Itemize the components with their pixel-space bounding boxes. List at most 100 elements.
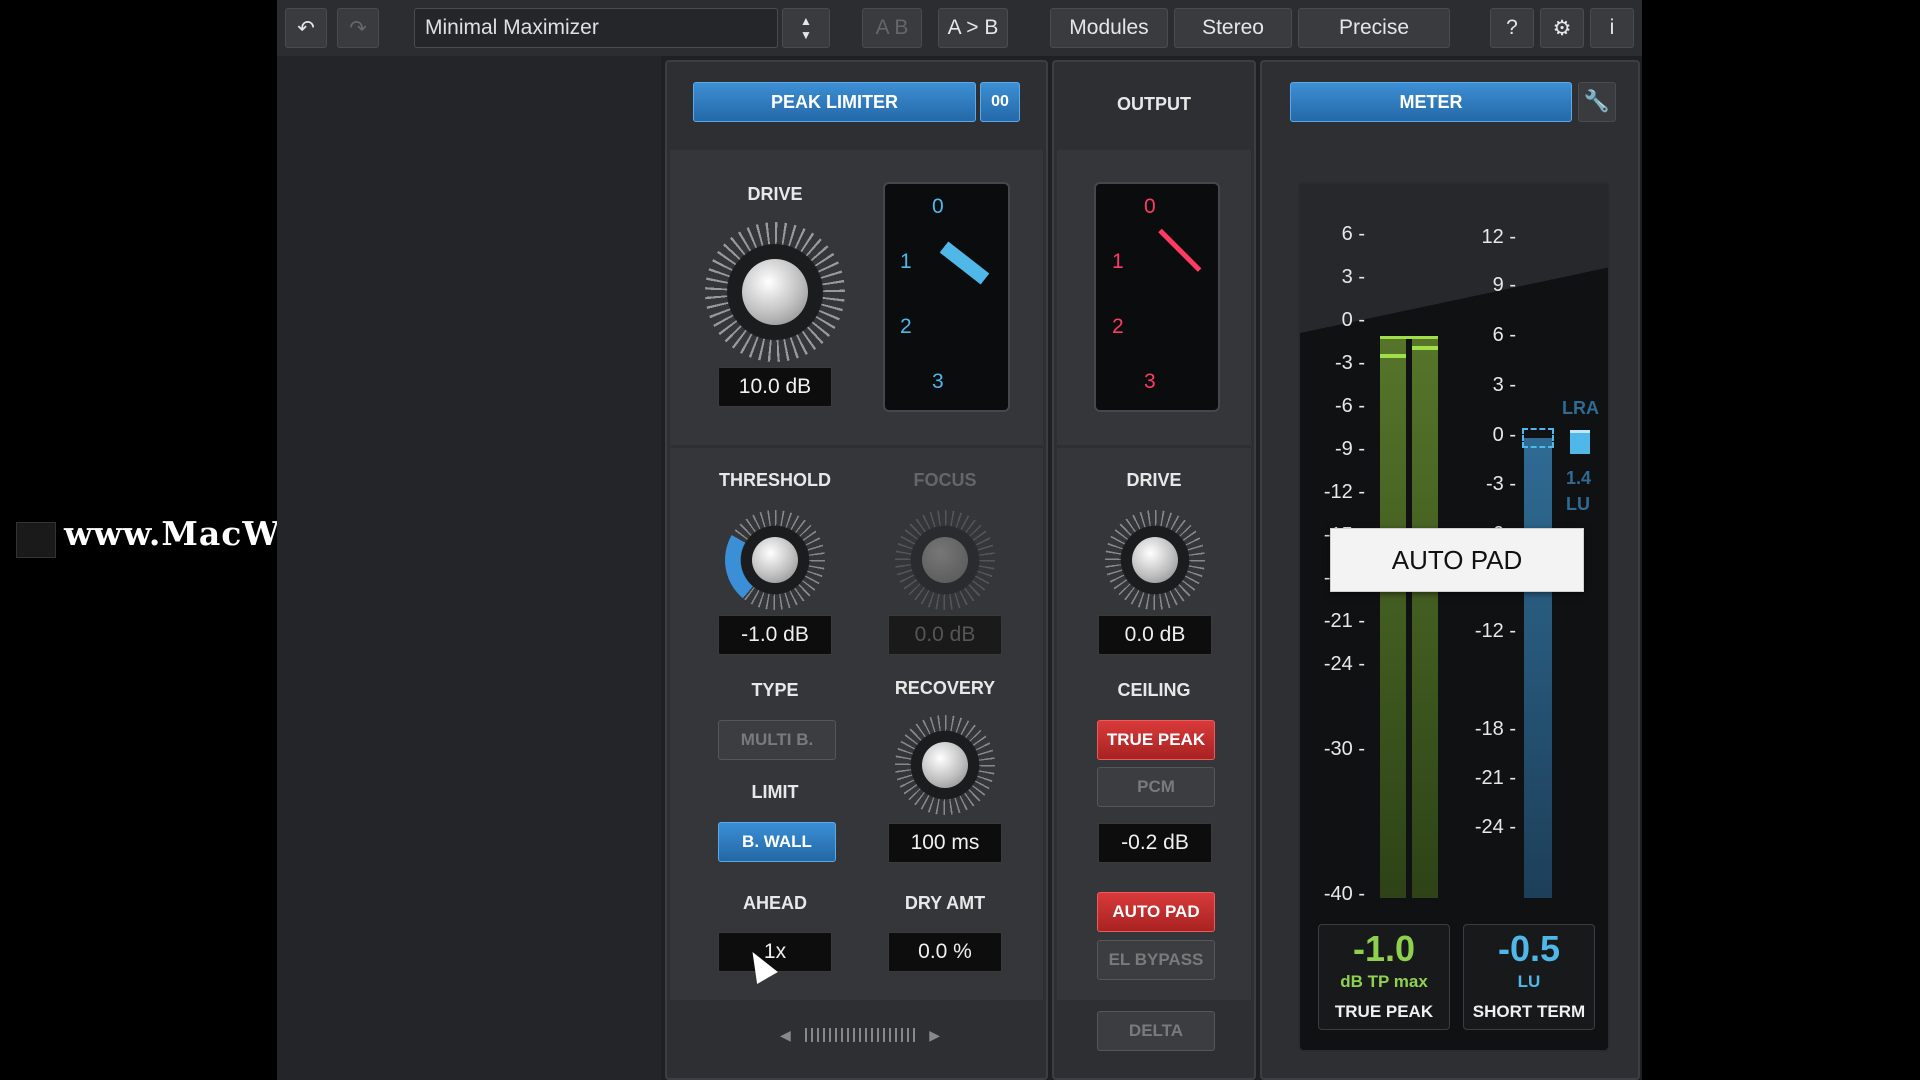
threshold-label: THRESHOLD [719,470,831,490]
auto-pad-tooltip: AUTO PAD [1330,528,1584,592]
meter-header[interactable]: METER [1290,82,1572,122]
right-scale-tick: 0 - [1492,424,1516,446]
preset-stepper[interactable]: ▲ ▼ [782,8,830,48]
ahead-label: AHEAD [742,893,807,913]
focus-knob-cap[interactable] [922,537,968,583]
drive-label: DRIVE [747,184,803,204]
lra-unit: LU [1566,494,1590,514]
left-scale-tick: -24 - [1323,653,1365,675]
left-scale-tick: -40 - [1323,883,1365,905]
module-scroller[interactable]: ◀ ▶ [780,1025,940,1045]
undo-button[interactable]: ↶ [285,8,327,48]
auto-pad-button[interactable]: AUTO PAD [1097,892,1215,932]
true-peak-unit: dB TP max [1340,972,1428,991]
chevron-right-icon[interactable]: ▶ [929,1027,940,1044]
right-scale-tick: -24 - [1474,816,1516,838]
delta-button[interactable]: DELTA [1097,1011,1215,1051]
type-multi-band-button[interactable]: MULTI B. [718,720,836,760]
left-scale-tick: -21 - [1323,610,1365,632]
precise-button[interactable]: Precise [1298,8,1450,48]
right-scale-tick: 9 - [1492,274,1516,296]
right-scale-tick: -12 - [1474,620,1516,642]
left-scale-tick: 6 - [1341,223,1365,245]
output-gauge-tick-0: 0 [1144,195,1156,218]
chevron-up-icon[interactable]: ▲ [800,14,812,28]
short-term-bar [1524,438,1552,898]
recovery-value[interactable]: 100 ms [888,823,1002,863]
lra-label: LRA [1562,398,1599,418]
right-scale-tick: -18 - [1474,718,1516,740]
recovery-knob-cap[interactable] [922,742,968,788]
focus-value[interactable]: 0.0 dB [888,615,1002,655]
right-scale-tick: 6 - [1492,324,1516,346]
undo-icon: ↶ [297,16,315,40]
ab-toggle-button[interactable]: A B [862,8,922,48]
gear-icon: ⚙ [1552,16,1572,40]
short-term-marker-icon [1522,428,1554,448]
output-gauge-tick-3: 3 [1144,370,1156,393]
left-scale-tick: -6 - [1335,395,1365,417]
redo-icon: ↷ [349,16,367,40]
right-scale-tick: 12 - [1481,226,1516,248]
wrench-icon: 🔧 [1583,90,1611,113]
gain-reduction-gauge [883,182,1010,412]
ceiling-label: CEILING [1117,680,1191,700]
drive-value[interactable]: 10.0 dB [718,367,832,407]
drive-knob-cap[interactable] [742,259,808,325]
info-button[interactable]: i [1590,8,1634,48]
settings-button[interactable]: ⚙ [1540,8,1584,48]
stereo-button[interactable]: Stereo [1174,8,1292,48]
ceiling-value[interactable]: -0.2 dB [1098,823,1212,863]
gauge-tick-0: 0 [932,195,944,218]
peak-hold-top [1380,336,1438,339]
focus-label: FOCUS [913,470,977,490]
chevron-down-icon[interactable]: ▼ [800,28,812,42]
left-scale-tick: -30 - [1323,738,1365,760]
gauge-tick-2: 2 [900,315,912,338]
link-button[interactable]: 00 [980,82,1020,122]
short-term-unit: LU [1517,972,1541,991]
type-label: TYPE [751,680,799,700]
short-term-label: SHORT TERM [1472,1002,1586,1021]
limit-brickwall-button[interactable]: B. WALL [718,822,836,862]
redo-button[interactable]: ↷ [337,8,379,48]
output-drive-value[interactable]: 0.0 dB [1098,615,1212,655]
output-gauge-tick-2: 2 [1112,315,1124,338]
output-gauge-tick-1: 1 [1112,250,1124,273]
left-scale-tick: 0 - [1341,309,1365,331]
chevron-left-icon[interactable]: ◀ [780,1027,791,1044]
scroll-grip[interactable] [804,1028,916,1042]
true-peak-button[interactable]: TRUE PEAK [1097,720,1215,760]
preset-name-field[interactable]: Minimal Maximizer [414,8,778,48]
left-scale-tick: -9 - [1335,438,1365,460]
output-drive-knob-cap[interactable] [1132,537,1178,583]
recovery-label: RECOVERY [894,678,996,698]
left-scale-tick: -3 - [1335,352,1365,374]
a-to-b-button[interactable]: A > B [938,8,1008,48]
peak-hold-right [1412,346,1438,350]
threshold-value[interactable]: -1.0 dB [718,615,832,655]
dry-amount-label: DRY AMT [904,893,986,913]
true-peak-value: -1.0 [1352,928,1416,969]
left-empty-area [277,56,661,1080]
modules-button[interactable]: Modules [1050,8,1168,48]
pcm-button[interactable]: PCM [1097,767,1215,807]
left-scale-tick: 3 - [1341,266,1365,288]
help-button[interactable]: ? [1490,8,1534,48]
right-scale-tick: -21 - [1474,767,1516,789]
peak-hold-left [1380,354,1406,358]
right-scale-tick: 3 - [1492,374,1516,396]
gauge-tick-1: 1 [900,250,912,273]
short-term-value: -0.5 [1497,928,1561,969]
el-bypass-button[interactable]: EL BYPASS [1097,940,1215,980]
threshold-knob-cap[interactable] [752,537,798,583]
dry-amount-value[interactable]: 0.0 % [888,932,1002,972]
meter-settings-button[interactable]: 🔧 [1578,82,1616,122]
left-scale-tick: -12 - [1323,481,1365,503]
lra-marker [1570,430,1590,454]
output-gauge [1094,182,1220,412]
limit-label: LIMIT [751,782,799,802]
peak-bar-left [1380,338,1406,898]
peak-limiter-header[interactable]: PEAK LIMITER [693,82,976,122]
true-peak-label: TRUE PEAK [1334,1002,1434,1021]
